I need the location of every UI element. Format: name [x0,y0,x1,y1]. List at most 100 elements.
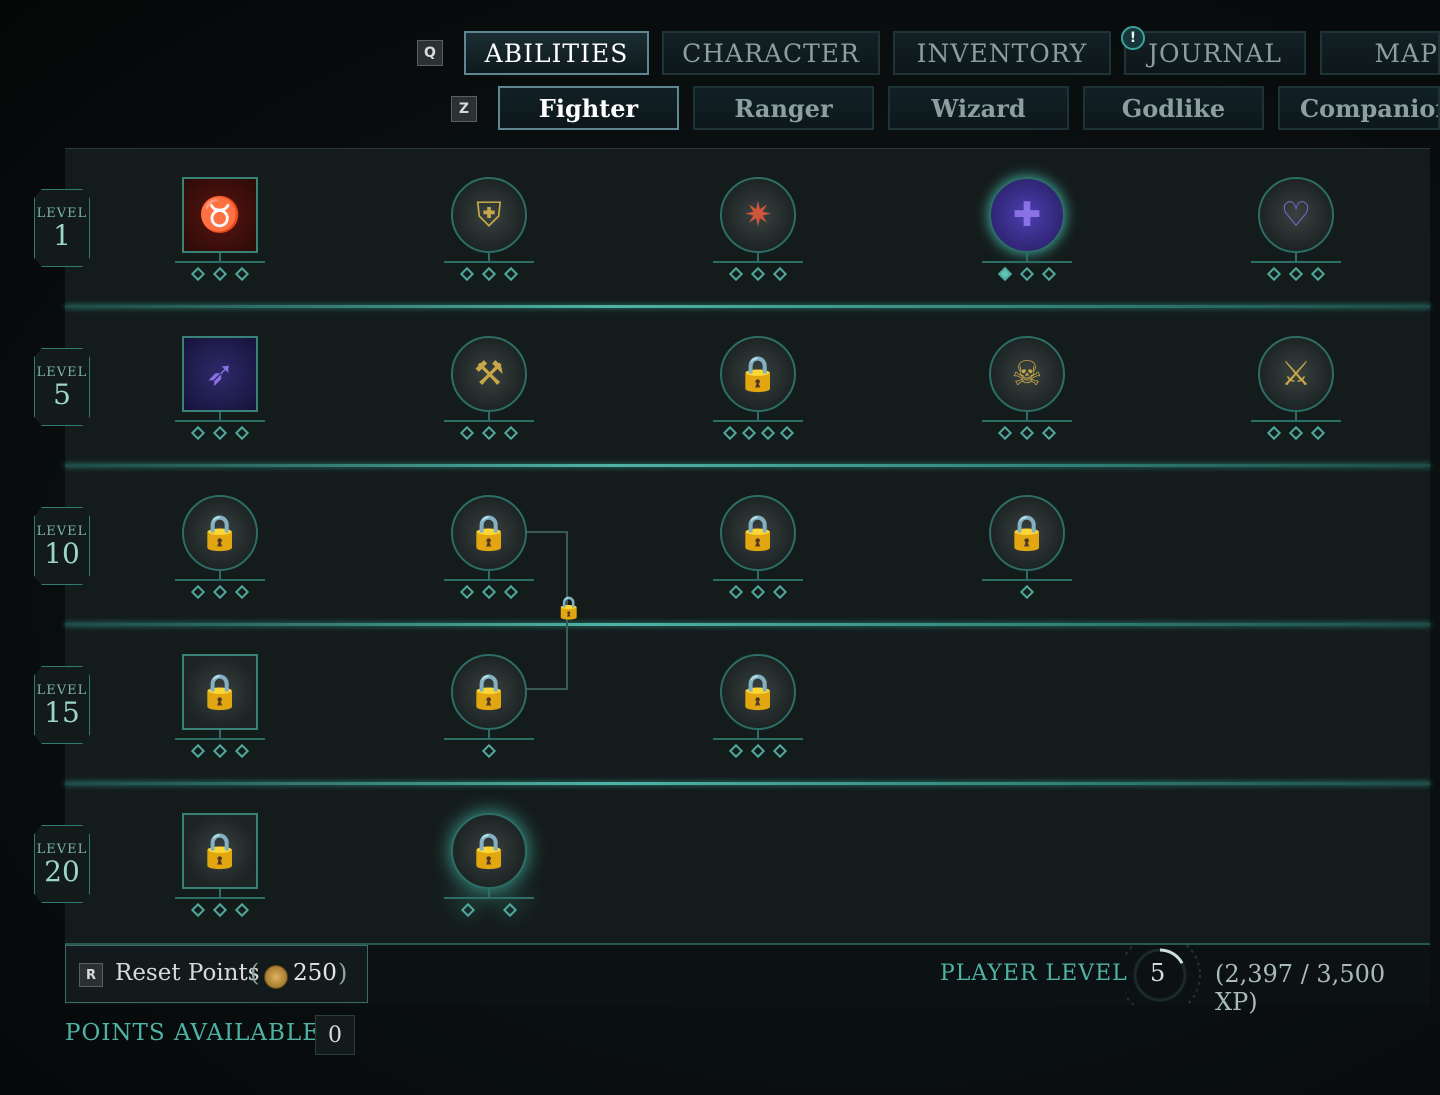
upgrade-diamond-icon[interactable] [503,584,519,600]
tab-inventory[interactable]: INVENTORY [893,31,1111,75]
upgrade-diamond-icon[interactable] [481,425,497,441]
ability-node[interactable]: 🔒 [713,336,803,456]
upgrade-diamond-icon[interactable] [772,266,788,282]
upgrade-diamond-icon[interactable] [1019,425,1035,441]
upgrade-bar [175,738,265,740]
level-badge-15: LEVEL 15 [34,666,90,744]
upgrade-diamond-icon[interactable] [212,266,228,282]
upgrade-diamond-icon[interactable] [190,266,206,282]
node-stem [488,253,490,261]
upgrade-diamond-icon[interactable] [772,584,788,600]
upgrade-diamond-icon[interactable] [1266,425,1282,441]
upgrade-diamond-icon[interactable] [1288,266,1304,282]
upgrade-diamond-icon[interactable] [1019,584,1035,600]
ability-node[interactable]: 🔒 [444,813,534,933]
upgrade-diamond-icon[interactable] [234,902,250,918]
lock-icon: 🔒 [182,654,258,730]
upgrade-diamond-icon[interactable] [481,266,497,282]
ability-node[interactable]: ⛨ [444,177,534,297]
upgrade-diamond-icon[interactable] [760,425,775,441]
upgrade-bar [175,261,265,263]
ability-node[interactable]: ♉ [175,177,265,297]
upgrade-slots [444,743,534,759]
upgrade-diamond-icon[interactable] [234,743,250,759]
upgrade-diamond-icon[interactable] [779,425,794,441]
upgrade-diamond-icon[interactable] [1019,266,1035,282]
upgrade-diamond-icon[interactable] [1310,425,1326,441]
upgrade-diamond-icon[interactable] [459,584,475,600]
tab-journal[interactable]: JOURNAL [1124,31,1306,75]
ability-node[interactable]: 🔒 [175,654,265,774]
upgrade-diamond-icon[interactable] [234,266,250,282]
upgrade-diamond-icon[interactable] [190,584,206,600]
upgrade-diamond-icon[interactable] [1041,425,1057,441]
upgrade-diamond-icon[interactable] [234,425,250,441]
tab-fighter[interactable]: Fighter [498,86,679,130]
upgrade-diamond-icon[interactable] [481,743,497,759]
battle-axe-icon: ⚔ [1258,336,1334,412]
ability-node[interactable]: 🔒 [982,495,1072,615]
upgrade-diamond-icon[interactable] [212,584,228,600]
ability-node[interactable]: 🔒 [444,654,534,774]
ability-node[interactable]: ➶ [175,336,265,456]
upgrade-diamond-icon[interactable] [1310,266,1326,282]
upgrade-diamond-icon[interactable] [997,266,1013,282]
upgrade-diamond-icon[interactable] [728,743,744,759]
upgrade-diamond-icon[interactable] [728,584,744,600]
reset-points-label: Reset Points [115,960,260,986]
upgrade-diamond-icon[interactable] [459,425,475,441]
upgrade-diamond-icon[interactable] [212,902,228,918]
upgrade-diamond-icon[interactable] [722,425,737,441]
upgrade-diamond-icon[interactable] [481,584,497,600]
upgrade-diamond-icon[interactable] [741,425,756,441]
ability-node[interactable]: 🔒 [175,495,265,615]
ability-node[interactable]: ♡ [1251,177,1341,297]
ability-node[interactable]: 🔒 [713,654,803,774]
upgrade-diamond-icon[interactable] [460,902,476,918]
tab-abilities[interactable]: ABILITIES [464,31,649,75]
node-stem [219,889,221,897]
upgrade-diamond-icon[interactable] [503,425,519,441]
upgrade-diamond-icon[interactable] [997,425,1013,441]
ability-node[interactable]: 🔒 [444,495,534,615]
upgrade-diamond-icon[interactable] [190,425,206,441]
lock-icon: 🔒 [451,495,527,571]
upgrade-diamond-icon[interactable] [750,584,766,600]
upgrade-bar [713,579,803,581]
upgrade-diamond-icon[interactable] [728,266,744,282]
upgrade-diamond-icon[interactable] [234,584,250,600]
ability-node[interactable]: ⚒ [444,336,534,456]
ability-node[interactable]: 🔒 [175,813,265,933]
tab-ranger[interactable]: Ranger [693,86,874,130]
tab-godlike[interactable]: Godlike [1083,86,1264,130]
node-stem [1295,253,1297,261]
skull-icon: ☠ [989,336,1065,412]
upgrade-diamond-icon[interactable] [1266,266,1282,282]
upgrade-diamond-icon[interactable] [1041,266,1057,282]
ability-node[interactable]: ✷ [713,177,803,297]
ability-node[interactable]: ☠ [982,336,1072,456]
tab-companions[interactable]: Companions [1278,86,1440,130]
reset-points-button[interactable]: R Reset Points ( 250 ) [65,945,368,1003]
upgrade-slots [175,584,265,600]
node-stem [757,571,759,579]
upgrade-diamond-icon[interactable] [1288,425,1304,441]
upgrade-diamond-icon[interactable] [503,266,519,282]
upgrade-diamond-icon[interactable] [502,902,518,918]
ability-node[interactable]: 🔒 [713,495,803,615]
upgrade-bar [444,420,534,422]
upgrade-diamond-icon[interactable] [212,743,228,759]
upgrade-diamond-icon[interactable] [459,266,475,282]
tab-wizard[interactable]: Wizard [888,86,1069,130]
ability-node[interactable]: ⚔ [1251,336,1341,456]
upgrade-diamond-icon[interactable] [772,743,788,759]
upgrade-diamond-icon[interactable] [190,902,206,918]
upgrade-diamond-icon[interactable] [750,266,766,282]
upgrade-diamond-icon[interactable] [750,743,766,759]
coin-icon [264,965,288,989]
ability-node[interactable]: ✚ [982,177,1072,297]
upgrade-diamond-icon[interactable] [212,425,228,441]
tab-map[interactable]: MAP [1320,31,1440,75]
upgrade-diamond-icon[interactable] [190,743,206,759]
tab-character[interactable]: CHARACTER [662,31,880,75]
